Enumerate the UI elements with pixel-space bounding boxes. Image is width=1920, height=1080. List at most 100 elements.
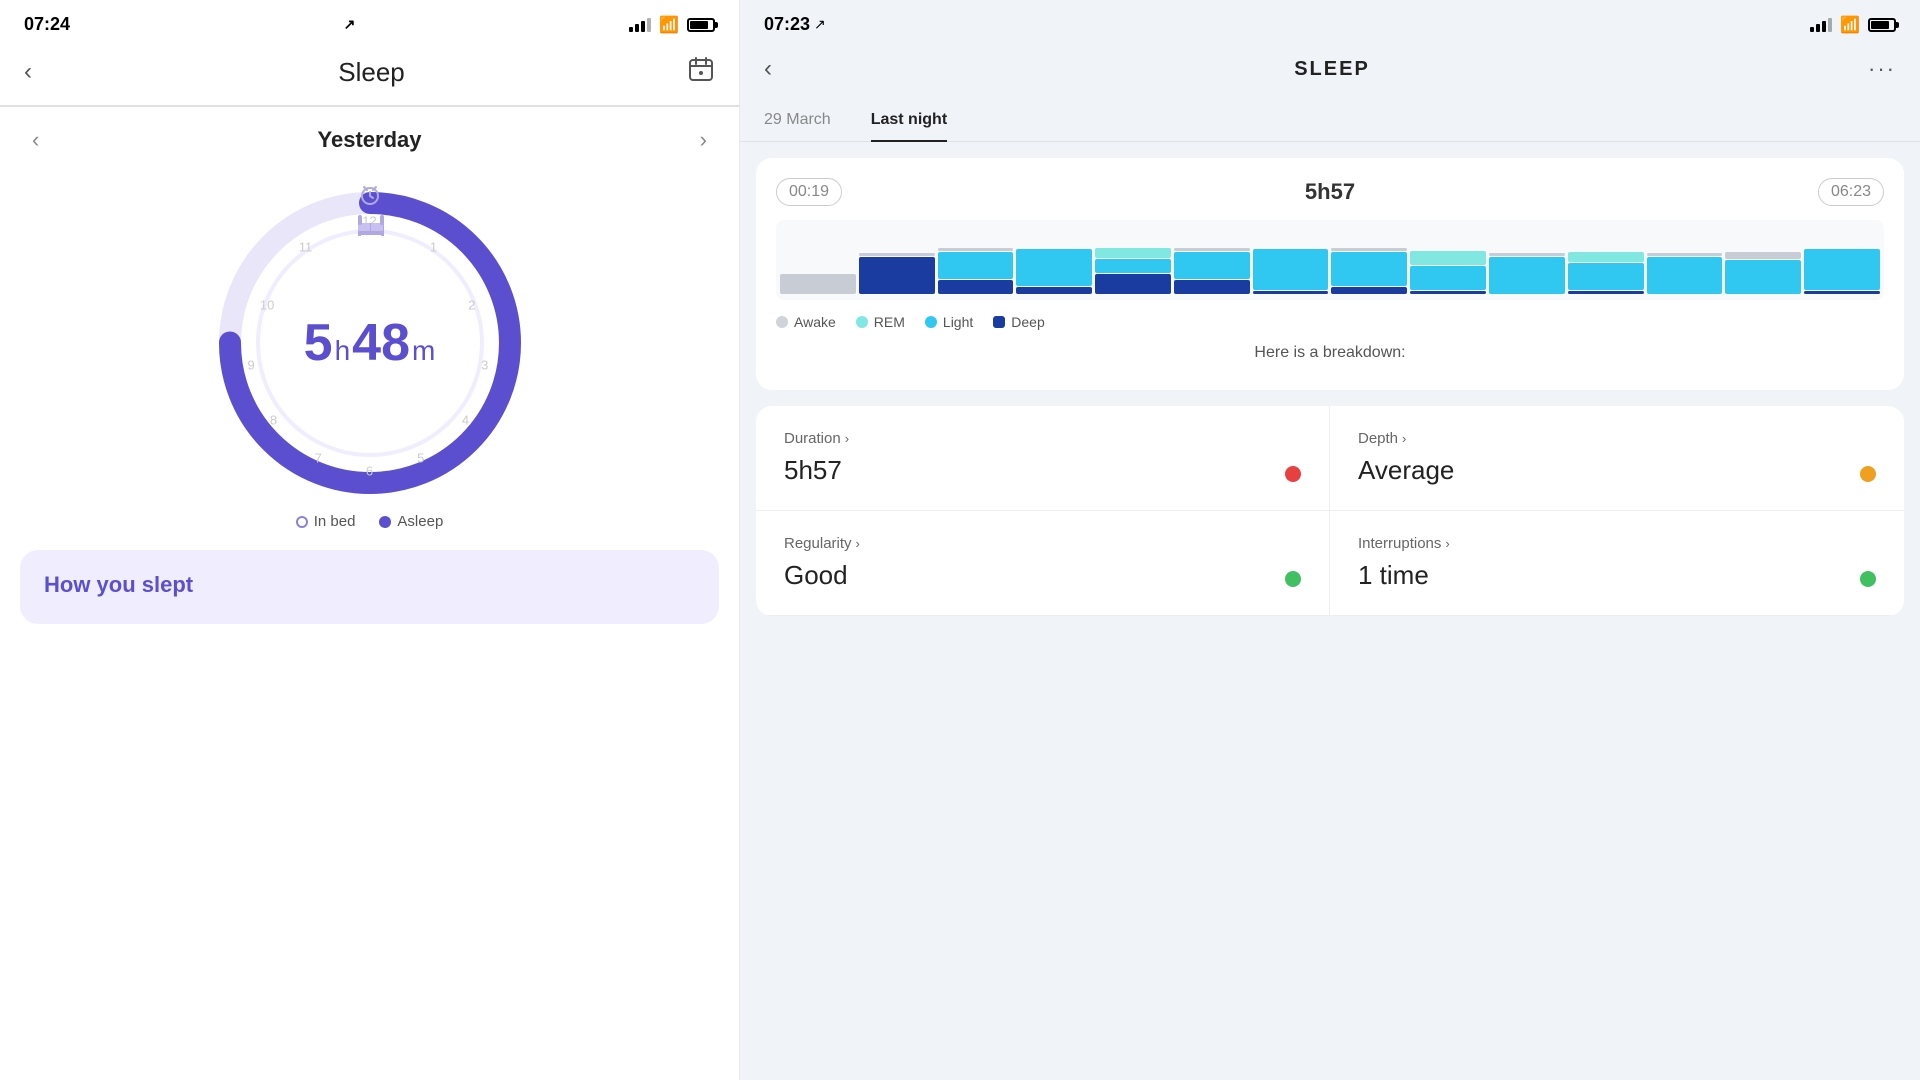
right-battery-icon — [1868, 18, 1896, 32]
awake-legend-label: Awake — [794, 314, 836, 330]
left-status-bar: 07:24 ↗ 📶 — [0, 0, 739, 43]
clock-num-4: 4 — [462, 412, 469, 427]
tabs-row: 29 March Last night — [740, 99, 1920, 142]
light-segment — [1568, 263, 1644, 290]
deep-segment — [1331, 287, 1407, 294]
regularity-dot — [1285, 571, 1301, 587]
asleep-label: Asleep — [397, 513, 443, 530]
sleep-bar-group-7 — [1331, 226, 1407, 294]
left-nav-title: Sleep — [338, 57, 405, 88]
light-segment — [1410, 266, 1486, 290]
depth-label[interactable]: Depth › — [1358, 430, 1876, 447]
duration-value: 5h57 — [784, 455, 1301, 486]
sleep-bar-group-4 — [1095, 226, 1171, 294]
sleep-bar-group-1 — [859, 226, 935, 294]
chart-legend: Awake REM Light Deep — [776, 314, 1884, 330]
interruptions-dot — [1860, 571, 1876, 587]
in-bed-legend: In bed — [296, 513, 356, 530]
legend-deep: Deep — [993, 314, 1044, 330]
clock-hours: 5 — [304, 313, 333, 373]
clock-num-9: 9 — [247, 358, 254, 373]
left-battery-icon — [687, 18, 715, 32]
awake-segment — [859, 253, 935, 256]
awake-segment — [1331, 248, 1407, 251]
asleep-dot — [379, 516, 391, 528]
sleep-duration: 5h57 — [1305, 179, 1355, 205]
depth-arrow: › — [1402, 431, 1406, 446]
deep-segment — [938, 280, 1014, 294]
next-date-button[interactable]: › — [700, 127, 707, 153]
light-segment — [1174, 252, 1250, 279]
clock-num-1: 1 — [430, 240, 437, 255]
sleep-start-time: 00:19 — [776, 178, 842, 206]
right-time: 07:23 — [764, 14, 810, 35]
clock-num-8: 8 — [270, 412, 277, 427]
clock-num-2: 2 — [468, 297, 475, 312]
sleep-bar-group-9 — [1489, 226, 1565, 294]
left-time: 07:24 — [24, 14, 70, 35]
left-signal-icon — [629, 18, 651, 32]
right-status-bar: 07:23 ↗ 📶 — [740, 0, 1920, 43]
depth-dot — [1860, 466, 1876, 482]
clock-time-display: 5 h 48 m — [304, 313, 436, 373]
clock-container: 12 1 2 3 4 5 6 7 8 9 10 11 — [0, 173, 739, 550]
interruptions-arrow: › — [1445, 536, 1449, 551]
duration-label[interactable]: Duration › — [784, 430, 1301, 447]
left-calendar-button[interactable] — [687, 55, 715, 89]
awake-segment — [1647, 253, 1723, 256]
left-back-button[interactable]: ‹ — [24, 58, 56, 86]
light-legend-dot — [925, 316, 937, 328]
prev-date-button[interactable]: ‹ — [32, 127, 39, 153]
light-segment — [1725, 260, 1801, 294]
regularity-label[interactable]: Regularity › — [784, 535, 1301, 552]
stats-grid: Duration › 5h57 Depth › Average Regulari… — [756, 406, 1904, 616]
rem-legend-dot — [856, 316, 868, 328]
regularity-value: Good — [784, 560, 1301, 591]
sleep-bar-group-3 — [1016, 226, 1092, 294]
sleep-chart — [776, 220, 1884, 300]
clock-legend: In bed Asleep — [296, 513, 444, 530]
right-wifi-icon: 📶 — [1840, 15, 1860, 35]
sleep-bar-group-0 — [780, 226, 856, 294]
clock-num-7: 7 — [315, 451, 322, 466]
clock-num-11: 11 — [299, 240, 313, 255]
bed-icon — [356, 213, 386, 237]
interruptions-label[interactable]: Interruptions › — [1358, 535, 1876, 552]
sleep-bar-group-2 — [938, 226, 1014, 294]
right-status-icons: 📶 — [1810, 15, 1896, 35]
tab-last-night[interactable]: Last night — [871, 99, 947, 141]
rem-segment — [1410, 251, 1486, 265]
duration-dot — [1285, 466, 1301, 482]
left-nav-header: ‹ Sleep — [0, 43, 739, 107]
sleep-bar-group-8 — [1410, 226, 1486, 294]
deep-segment — [859, 257, 935, 294]
sleep-end-time: 06:23 — [1818, 178, 1884, 206]
asleep-legend: Asleep — [379, 513, 443, 530]
right-signal-icon — [1810, 18, 1832, 32]
rem-segment — [1568, 252, 1644, 262]
sleep-bar-group-6 — [1253, 226, 1329, 294]
awake-segment — [938, 248, 1014, 251]
right-back-button[interactable]: ‹ — [764, 55, 796, 83]
light-segment — [1016, 249, 1092, 286]
left-wifi-icon: 📶 — [659, 15, 679, 35]
clock-m-label: m — [412, 335, 435, 367]
sleep-times-row: 00:19 5h57 06:23 — [776, 178, 1884, 206]
rem-segment — [1095, 248, 1171, 258]
deep-segment — [1804, 291, 1880, 294]
clock-ring: 12 1 2 3 4 5 6 7 8 9 10 11 — [210, 183, 530, 503]
clock-num-3: 3 — [481, 358, 488, 373]
right-nav-title: SLEEP — [1294, 58, 1370, 81]
deep-legend-label: Deep — [1011, 314, 1044, 330]
sleep-bar-group-10 — [1568, 226, 1644, 294]
stat-interruptions: Interruptions › 1 time — [1330, 511, 1904, 616]
sleep-bar-group-11 — [1647, 226, 1723, 294]
right-menu-button[interactable]: ··· — [1868, 56, 1896, 82]
deep-legend-dot — [993, 316, 1005, 328]
awake-segment — [1725, 252, 1801, 259]
duration-arrow: › — [845, 431, 849, 446]
light-segment — [1489, 257, 1565, 294]
stat-duration: Duration › 5h57 — [756, 406, 1330, 511]
deep-segment — [1174, 280, 1250, 294]
tab-29-march[interactable]: 29 March — [764, 99, 831, 141]
